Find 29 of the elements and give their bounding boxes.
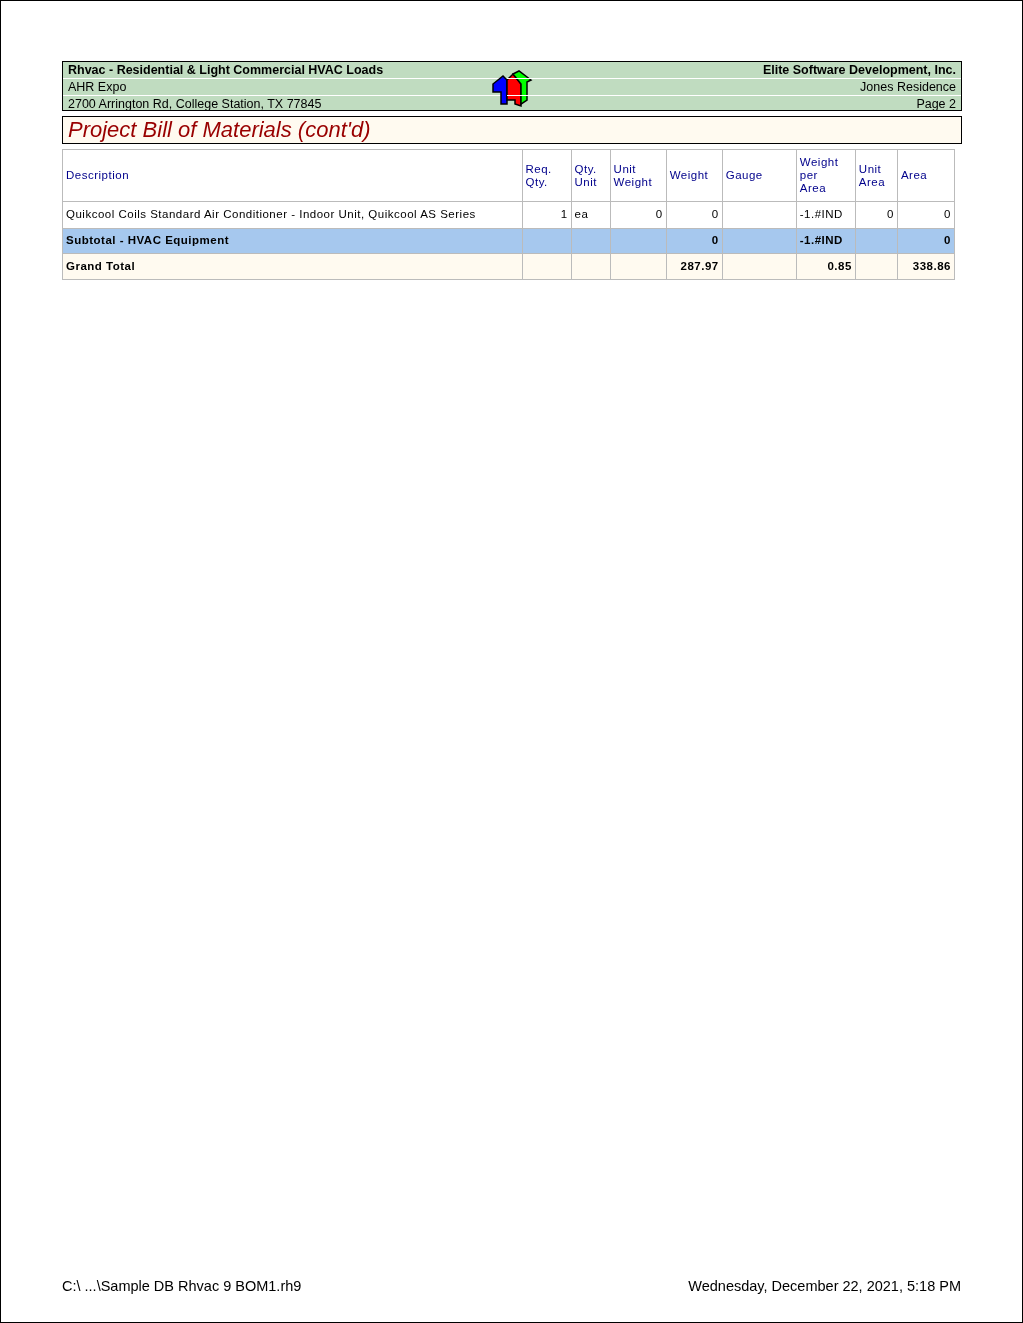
column-header: Description — [62, 149, 522, 202]
column-header: Weight — [666, 149, 723, 202]
table-cell: ea — [571, 201, 611, 229]
page-number: Page 2 — [916, 97, 956, 111]
column-header: Area — [897, 149, 955, 202]
print-date: Wednesday, December 22, 2021, 5:18 PM — [688, 1277, 961, 1296]
column-header: Weight per Area — [796, 149, 856, 202]
table-cell: 0 — [610, 201, 667, 229]
table-cell: -1.#IND — [796, 201, 856, 229]
column-header: Req. Qty. — [522, 149, 572, 202]
table-cell: 0 — [897, 201, 955, 229]
report-title: Project Bill of Materials (cont'd) — [68, 117, 371, 142]
project-info: AHR Expo — [68, 80, 127, 94]
company-name: Elite Software Development, Inc. — [762, 63, 956, 77]
column-header: Qty. Unit — [571, 149, 611, 202]
column-header: Gauge — [722, 149, 797, 202]
table-cell: Subtotal - HVAC Equipment — [62, 228, 522, 254]
table-cell: 0 — [855, 201, 898, 229]
project-name: Jones Residence — [860, 80, 956, 94]
table-cell: Quikcool Coils Standard Air Conditioner - Indoor Unit, Quikcool AS Series — [62, 201, 522, 229]
column-header: Unit Area — [855, 149, 898, 202]
software-title: Rhvac - Residential & Light Commercial HVAC Loads — [68, 63, 384, 77]
project-info: 2700 Arrington Rd, College Station, TX 77845 — [68, 97, 322, 111]
table-cell: 0 — [666, 201, 723, 229]
house-logo-icon — [491, 70, 533, 108]
table-cell: 1 — [522, 201, 572, 229]
file-path: C:\ ...\Sample DB Rhvac 9 BOM1.rh9 — [62, 1277, 302, 1296]
table-cell: Grand Total — [62, 253, 522, 280]
column-header: Unit Weight — [610, 149, 667, 202]
